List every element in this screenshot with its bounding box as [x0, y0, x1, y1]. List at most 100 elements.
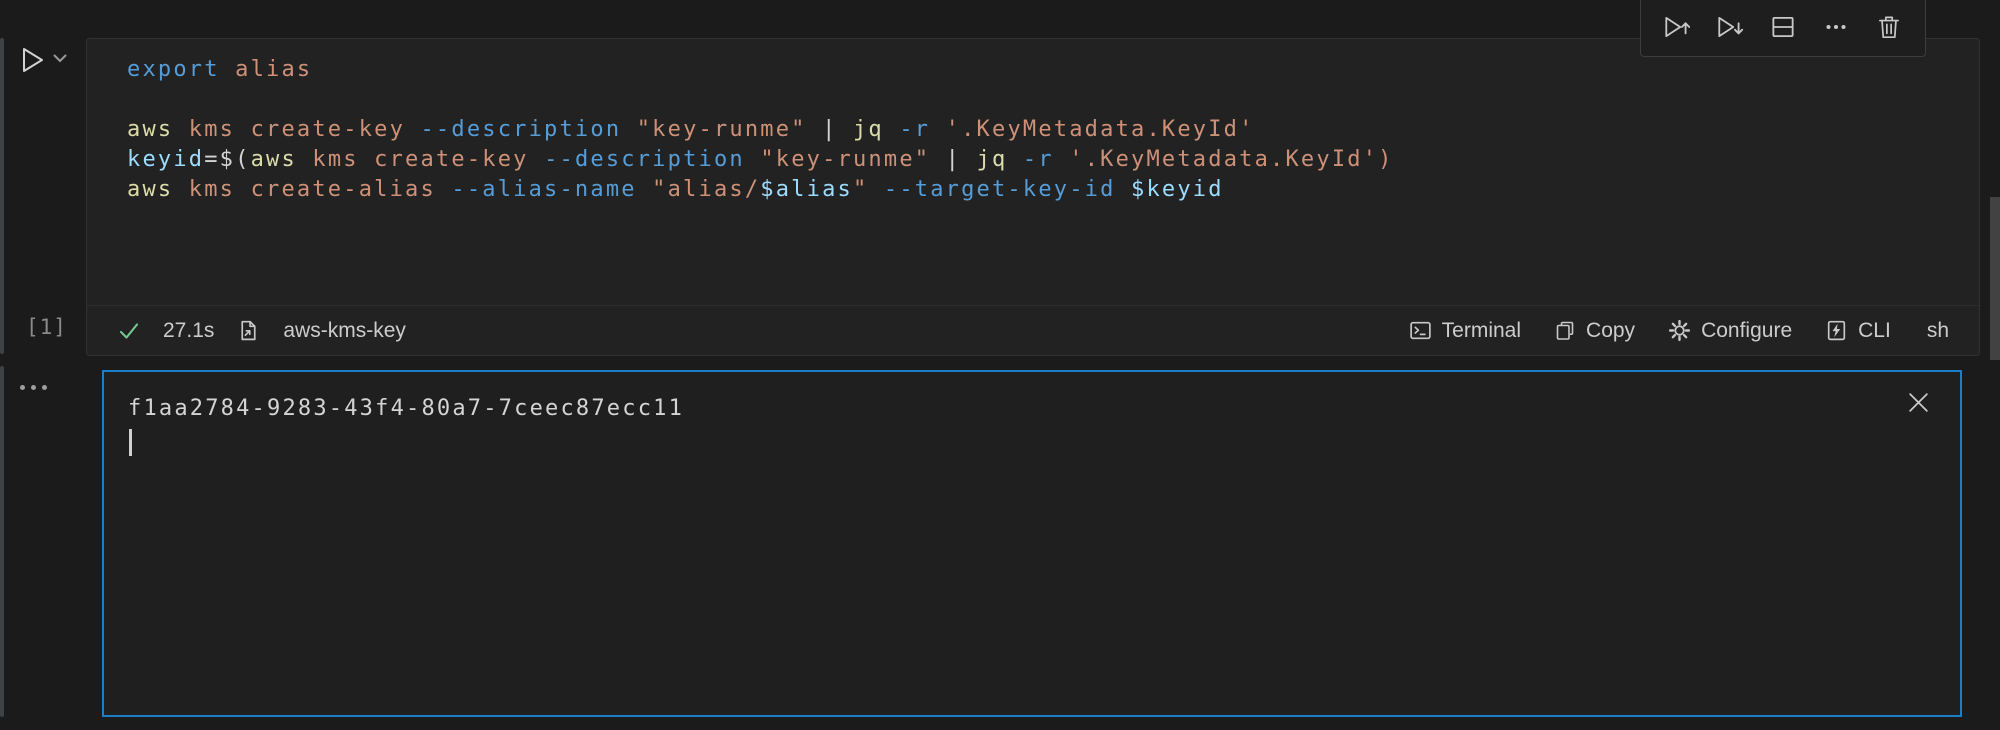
code-token	[1116, 177, 1131, 202]
code-token	[1007, 147, 1022, 172]
copy-icon	[1553, 319, 1577, 343]
cell-status-bar: 27.1s aws-kms-key Terminal	[87, 305, 1979, 355]
code-token: aws	[127, 177, 173, 202]
more-actions-button[interactable]	[1819, 10, 1853, 44]
split-cell-button[interactable]	[1766, 10, 1800, 44]
status-left: 27.1s aws-kms-key	[117, 318, 406, 343]
cell-name-label[interactable]: aws-kms-key	[283, 319, 406, 343]
code-line: aws kms create-alias --alias-name "alias…	[127, 175, 1959, 205]
cell-output[interactable]: f1aa2784-9283-43f4-80a7-7ceec87ecc11	[102, 370, 1962, 717]
code-token: -r	[899, 117, 930, 142]
cell-toolbar	[1640, 0, 1926, 57]
code-token: aws	[251, 147, 297, 172]
code-token: |	[930, 147, 976, 172]
code-token: "	[853, 177, 868, 202]
output-menu-button[interactable]	[20, 378, 54, 396]
copy-label: Copy	[1586, 319, 1635, 343]
code-token	[436, 177, 451, 202]
go-to-file-icon	[236, 318, 261, 343]
code-token: $alias	[760, 177, 853, 202]
chevron-down-icon	[52, 53, 68, 65]
code-token: kms create-key	[312, 147, 528, 172]
code-token	[884, 117, 899, 142]
code-token: export	[127, 57, 220, 82]
close-output-button[interactable]	[1904, 388, 1932, 416]
code-token: "alias/	[652, 177, 760, 202]
code-line: aws kms create-key --description "key-ru…	[127, 115, 1959, 145]
code-line: export alias	[127, 55, 1959, 85]
ellipsis-icon	[42, 385, 47, 390]
cli-action[interactable]: CLI	[1824, 318, 1891, 343]
code-token: --description	[544, 147, 745, 172]
cell-focus-bar	[0, 38, 4, 354]
code-area[interactable]: export alias aws kms create-key --descri…	[87, 39, 1979, 307]
copy-action[interactable]: Copy	[1553, 319, 1635, 343]
configure-action[interactable]: Configure	[1667, 318, 1792, 343]
terminal-label: Terminal	[1442, 319, 1521, 343]
code-token: jq	[977, 147, 1008, 172]
code-line: keyid=$(aws kms create-key --description…	[127, 145, 1959, 175]
execute-above-button[interactable]	[1660, 10, 1694, 44]
output-focus-bar	[0, 366, 4, 717]
output-text: f1aa2784-9283-43f4-80a7-7ceec87ecc11	[128, 394, 684, 424]
close-icon	[1907, 391, 1930, 414]
code-token: kms create-key	[189, 117, 405, 142]
ellipsis-icon	[1821, 12, 1851, 42]
terminal-action[interactable]: Terminal	[1408, 318, 1521, 343]
split-cell-icon	[1768, 12, 1798, 42]
code-token	[173, 117, 188, 142]
execute-below-button[interactable]	[1713, 10, 1747, 44]
code-token: "key-runme"	[637, 117, 807, 142]
code-token	[529, 147, 544, 172]
code-token: jq	[853, 117, 884, 142]
code-token: aws	[127, 117, 173, 142]
code-token	[745, 147, 760, 172]
status-right: Terminal Copy	[1408, 318, 1949, 343]
notebook-cell: export alias aws kms create-key --descri…	[86, 38, 1980, 356]
code-token: --alias-name	[451, 177, 636, 202]
code-token	[1054, 147, 1069, 172]
terminal-cursor	[129, 429, 132, 456]
code-token: $keyid	[1131, 177, 1224, 202]
code-token: --target-key-id	[884, 177, 1116, 202]
check-icon	[117, 319, 141, 343]
code-token	[220, 57, 235, 82]
code-line	[127, 85, 1959, 115]
code-token: kms create-alias	[189, 177, 436, 202]
code-token	[297, 147, 312, 172]
code-token: "key-runme"	[760, 147, 930, 172]
code-token: keyid	[127, 147, 204, 172]
code-token: -r	[1023, 147, 1054, 172]
code-token	[173, 177, 188, 202]
code-token	[868, 177, 883, 202]
code-token: =$(	[204, 147, 250, 172]
duration-label: 27.1s	[163, 319, 214, 343]
trash-icon	[1874, 12, 1904, 42]
code-token	[930, 117, 945, 142]
execution-count: [1]	[26, 315, 67, 339]
ellipsis-icon	[31, 385, 36, 390]
code-token: '.KeyMetadata.KeyId')	[1069, 147, 1393, 172]
code-token: '.KeyMetadata.KeyId'	[946, 117, 1255, 142]
delete-cell-button[interactable]	[1872, 10, 1906, 44]
notebook-page: [1] export alias aws kms create-key --de…	[0, 0, 2000, 730]
code-token: |	[807, 117, 853, 142]
ellipsis-icon	[20, 385, 25, 390]
execute-below-icon	[1715, 12, 1745, 42]
play-icon	[16, 44, 48, 76]
gear-icon	[1667, 318, 1692, 343]
language-label[interactable]: sh	[1927, 319, 1949, 343]
code-token	[621, 117, 636, 142]
code-token	[637, 177, 652, 202]
cli-label: CLI	[1858, 319, 1891, 343]
vertical-scrollbar[interactable]	[1990, 197, 2000, 360]
run-cell-button[interactable]	[16, 42, 54, 78]
configure-label: Configure	[1701, 319, 1792, 343]
cli-bolt-icon	[1824, 318, 1849, 343]
run-options-button[interactable]	[52, 53, 68, 65]
code-token: alias	[235, 57, 312, 82]
terminal-icon	[1408, 318, 1433, 343]
code-token: --description	[420, 117, 621, 142]
execute-above-icon	[1662, 12, 1692, 42]
code-token	[405, 117, 420, 142]
